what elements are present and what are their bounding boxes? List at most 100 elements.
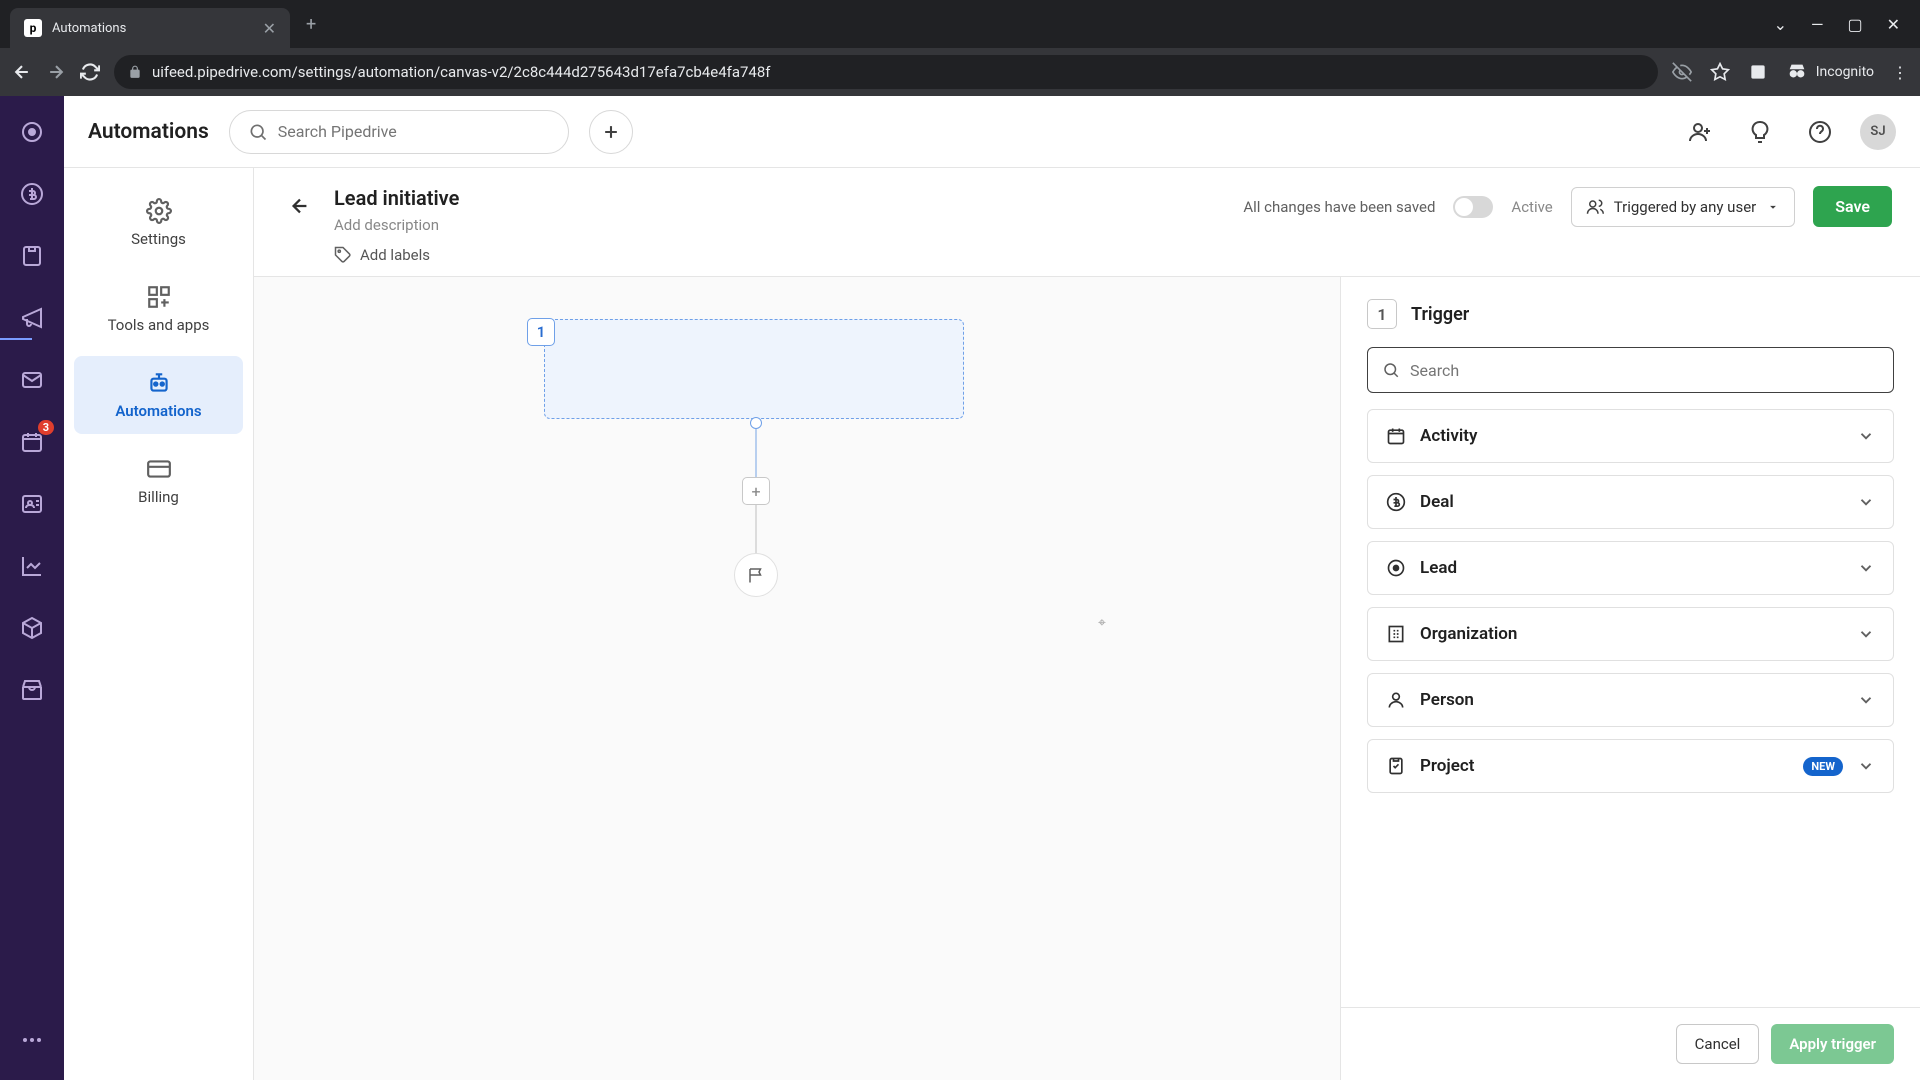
add-step-button[interactable]: +	[742, 477, 770, 505]
robot-icon	[146, 370, 172, 396]
minimize-icon[interactable]: —	[1811, 15, 1824, 34]
target-icon	[1386, 558, 1406, 578]
tools-icon	[146, 284, 172, 310]
category-activity[interactable]: Activity	[1367, 409, 1894, 463]
rail-products-icon[interactable]	[16, 612, 48, 644]
url-text: uifeed.pipedrive.com/settings/automation…	[152, 63, 771, 81]
trigger-panel: 1 Trigger Activity	[1340, 277, 1920, 1080]
category-project[interactable]: Project NEW	[1367, 739, 1894, 793]
maximize-icon[interactable]: ▢	[1847, 15, 1862, 34]
apply-trigger-button[interactable]: Apply trigger	[1771, 1024, 1894, 1064]
connection-dot	[750, 417, 762, 429]
new-badge: NEW	[1803, 757, 1843, 776]
chevron-down-icon	[1857, 493, 1875, 511]
dollar-icon	[1386, 492, 1406, 512]
reload-icon[interactable]	[80, 62, 100, 82]
browser-tab[interactable]: p Automations ✕	[10, 8, 290, 48]
chevron-down-icon	[1857, 559, 1875, 577]
sidebar-label: Automations	[115, 402, 201, 420]
assistant-icon[interactable]	[1740, 112, 1780, 152]
sidebar-label: Tools and apps	[108, 316, 210, 334]
forward-icon[interactable]	[46, 62, 66, 82]
chevron-down-icon	[1857, 691, 1875, 709]
clipboard-icon	[1386, 756, 1406, 776]
category-organization[interactable]: Organization	[1367, 607, 1894, 661]
trigger-search-input[interactable]	[1410, 361, 1879, 380]
rail-projects-icon[interactable]	[16, 240, 48, 272]
help-icon[interactable]	[1800, 112, 1840, 152]
browser-tabs-bar: p Automations ✕ + ⌄ — ▢ ✕	[0, 0, 1920, 48]
rail-marketplace-icon[interactable]	[16, 674, 48, 706]
incognito-badge[interactable]: Incognito	[1786, 61, 1874, 83]
back-button[interactable]	[282, 188, 318, 224]
topbar: Automations SJ	[64, 96, 1920, 168]
new-tab-button[interactable]: +	[306, 14, 316, 35]
node-number: 1	[527, 318, 555, 346]
end-node	[734, 553, 778, 597]
tab-favicon-icon: p	[24, 19, 42, 37]
calendar-icon	[1386, 426, 1406, 446]
add-new-button[interactable]	[589, 110, 633, 154]
chevron-down-icon	[1857, 625, 1875, 643]
close-tab-icon[interactable]: ✕	[263, 19, 276, 38]
trigger-search[interactable]	[1367, 347, 1894, 393]
search-icon	[1382, 361, 1400, 379]
sidebar-label: Billing	[138, 488, 179, 506]
incognito-icon	[1786, 61, 1808, 83]
add-description-link[interactable]: Add description	[334, 216, 459, 234]
panel-title: Trigger	[1411, 304, 1469, 325]
rail-deals-icon[interactable]	[16, 178, 48, 210]
nav-rail: 3	[0, 96, 64, 1080]
rail-contacts-icon[interactable]	[16, 488, 48, 520]
url-bar[interactable]: uifeed.pipedrive.com/settings/automation…	[114, 55, 1658, 89]
trigger-by-dropdown[interactable]: Triggered by any user	[1571, 187, 1795, 227]
category-lead[interactable]: Lead	[1367, 541, 1894, 595]
global-search[interactable]	[229, 110, 569, 154]
close-window-icon[interactable]: ✕	[1887, 15, 1900, 34]
bookmark-star-icon[interactable]	[1710, 62, 1730, 82]
step-number: 1	[1367, 299, 1397, 329]
save-button[interactable]: Save	[1813, 186, 1892, 227]
back-icon[interactable]	[12, 62, 32, 82]
cancel-button[interactable]: Cancel	[1676, 1024, 1760, 1064]
search-input[interactable]	[278, 122, 550, 141]
category-person[interactable]: Person	[1367, 673, 1894, 727]
page-title: Automations	[88, 120, 209, 144]
building-icon	[1386, 624, 1406, 644]
tab-dropdown-icon[interactable]: ⌄	[1774, 15, 1787, 34]
add-labels-link[interactable]: Add labels	[334, 246, 459, 264]
sidebar-item-settings[interactable]: Settings	[74, 184, 243, 262]
eye-off-icon[interactable]	[1672, 62, 1692, 82]
chevron-down-icon	[1857, 757, 1875, 775]
trigger-node[interactable]: 1	[544, 319, 964, 419]
rail-mail-icon[interactable]	[16, 364, 48, 396]
user-avatar[interactable]: SJ	[1860, 114, 1896, 150]
category-deal[interactable]: Deal	[1367, 475, 1894, 529]
rail-campaigns-icon[interactable]	[16, 302, 48, 334]
rail-insights-icon[interactable]	[16, 550, 48, 582]
browser-toolbar: uifeed.pipedrive.com/settings/automation…	[0, 48, 1920, 96]
gear-icon	[146, 198, 172, 224]
credit-card-icon	[146, 456, 172, 482]
rail-leads-icon[interactable]	[16, 116, 48, 148]
sidebar-item-automations[interactable]: Automations	[74, 356, 243, 434]
automation-header: Lead initiative Add description Add labe…	[254, 168, 1920, 277]
invite-users-icon[interactable]	[1680, 112, 1720, 152]
menu-dots-icon[interactable]: ⋮	[1892, 63, 1908, 82]
sidebar-item-billing[interactable]: Billing	[74, 442, 243, 520]
connection-line	[755, 505, 757, 555]
automation-name[interactable]: Lead initiative	[334, 186, 459, 210]
rail-activities-icon[interactable]: 3	[16, 426, 48, 458]
tag-icon	[334, 246, 352, 264]
lock-icon	[128, 65, 142, 79]
rail-badge: 3	[38, 420, 54, 435]
tab-title: Automations	[52, 21, 253, 36]
rail-more-icon[interactable]	[16, 1024, 48, 1056]
sidebar-item-tools[interactable]: Tools and apps	[74, 270, 243, 348]
active-toggle[interactable]	[1453, 196, 1493, 218]
sidebar-label: Settings	[131, 230, 186, 248]
extensions-icon[interactable]	[1748, 62, 1768, 82]
person-icon	[1386, 690, 1406, 710]
chevron-down-icon	[1857, 427, 1875, 445]
automation-canvas[interactable]: 1 + ⌖	[254, 277, 1340, 1080]
